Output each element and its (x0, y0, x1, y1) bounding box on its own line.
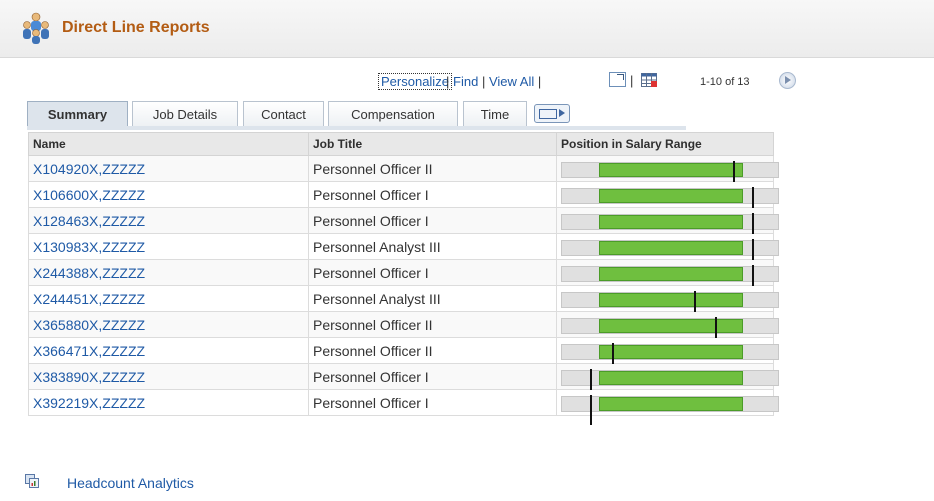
salary-position-cell (556, 285, 779, 321)
employee-name-link[interactable]: X383890X,ZZZZZ (28, 363, 309, 390)
tab-summary[interactable]: Summary (27, 101, 128, 126)
employee-name-link[interactable]: X365880X,ZZZZZ (28, 311, 309, 338)
column-header-name[interactable]: Name (28, 132, 309, 156)
separator: | (481, 74, 486, 89)
separator: | (537, 74, 542, 89)
salary-range-fill (599, 215, 743, 229)
employee-name-link[interactable]: X106600X,ZZZZZ (28, 181, 309, 208)
next-page-button[interactable] (779, 72, 796, 89)
salary-position-cell (556, 259, 779, 295)
personalize-link[interactable]: Personalize (378, 73, 452, 90)
columns-icon (539, 109, 557, 119)
job-title-cell: Personnel Officer II (308, 337, 557, 364)
salary-range-bar (561, 213, 779, 243)
employee-name-link[interactable]: X392219X,ZZZZZ (28, 389, 309, 416)
salary-range-bar (561, 239, 779, 269)
salary-range-fill (599, 293, 743, 307)
salary-position-cell (556, 363, 779, 399)
job-title-cell: Personnel Officer I (308, 181, 557, 208)
job-title-cell: Personnel Officer II (308, 155, 557, 182)
job-title-cell: Personnel Officer II (308, 311, 557, 338)
job-title-cell: Personnel Officer I (308, 207, 557, 234)
table-row: X104920X,ZZZZZ Personnel Officer II (28, 155, 779, 191)
salary-range-bar (561, 187, 779, 217)
salary-position-cell (556, 155, 779, 191)
salary-range-bar (561, 291, 779, 321)
arrow-right-icon (559, 109, 565, 117)
download-spreadsheet-icon[interactable] (641, 73, 657, 87)
direct-reports-table: Name Job Title Position in Salary Range … (28, 132, 779, 425)
salary-range-bar (561, 395, 779, 425)
separator: | (630, 73, 634, 88)
employee-name-link[interactable]: X244451X,ZZZZZ (28, 285, 309, 312)
find-viewall-group: | Find | View All | (446, 74, 541, 89)
column-header-job-title[interactable]: Job Title (308, 132, 557, 156)
salary-range-fill (599, 319, 743, 333)
employee-name-link[interactable]: X128463X,ZZZZZ (28, 207, 309, 234)
salary-range-bar (561, 317, 779, 347)
salary-position-cell (556, 233, 779, 269)
job-title-cell: Personnel Analyst III (308, 233, 557, 260)
salary-range-bar (561, 161, 779, 191)
table-row: X365880X,ZZZZZ Personnel Officer II (28, 311, 779, 347)
salary-position-cell (556, 181, 779, 217)
employee-name-link[interactable]: X104920X,ZZZZZ (28, 155, 309, 182)
salary-range-fill (599, 163, 743, 177)
table-row: X106600X,ZZZZZ Personnel Officer I (28, 181, 779, 217)
table-row: X366471X,ZZZZZ Personnel Officer II (28, 337, 779, 373)
job-title-cell: Personnel Officer I (308, 363, 557, 390)
table-row: X383890X,ZZZZZ Personnel Officer I (28, 363, 779, 399)
column-header-salary-position[interactable]: Position in Salary Range (556, 132, 774, 156)
table-row: X128463X,ZZZZZ Personnel Officer I (28, 207, 779, 243)
analytics-icon (25, 474, 39, 488)
salary-position-marker (590, 395, 592, 425)
table-header-row: Name Job Title Position in Salary Range (28, 132, 774, 156)
salary-range-fill (599, 345, 743, 359)
salary-position-cell (556, 389, 779, 425)
salary-position-cell (556, 337, 779, 373)
salary-range-bar (561, 265, 779, 295)
tab-job-details[interactable]: Job Details (132, 101, 238, 126)
show-all-columns-button[interactable] (534, 104, 570, 123)
employee-name-link[interactable]: X366471X,ZZZZZ (28, 337, 309, 364)
salary-position-cell (556, 311, 779, 347)
table-row: X392219X,ZZZZZ Personnel Officer I (28, 389, 779, 425)
page-header: Direct Line Reports (0, 0, 934, 58)
table-row: X244388X,ZZZZZ Personnel Officer I (28, 259, 779, 295)
people-group-icon (23, 12, 49, 44)
table-row: X244451X,ZZZZZ Personnel Analyst III (28, 285, 779, 321)
page-title: Direct Line Reports (62, 19, 210, 36)
job-title-cell: Personnel Officer I (308, 259, 557, 286)
salary-range-fill (599, 267, 743, 281)
tab-strip-base (27, 126, 686, 130)
tab-compensation[interactable]: Compensation (328, 101, 458, 126)
salary-position-cell (556, 207, 779, 243)
salary-range-fill (599, 397, 743, 411)
tab-time[interactable]: Time (463, 101, 527, 126)
row-range-text: 1-10 of 13 (700, 76, 750, 88)
separator: | (446, 74, 450, 89)
salary-range-fill (599, 189, 743, 203)
job-title-cell: Personnel Analyst III (308, 285, 557, 312)
salary-range-bar (561, 343, 779, 373)
find-link[interactable]: Find (453, 74, 478, 89)
employee-name-link[interactable]: X130983X,ZZZZZ (28, 233, 309, 260)
salary-range-bar (561, 369, 779, 399)
tab-contact[interactable]: Contact (243, 101, 324, 126)
view-all-link[interactable]: View All (489, 74, 534, 89)
job-title-cell: Personnel Officer I (308, 389, 557, 416)
salary-range-fill (599, 371, 743, 385)
headcount-analytics-link[interactable]: Headcount Analytics (67, 475, 194, 491)
new-window-icon[interactable] (609, 72, 626, 87)
employee-name-link[interactable]: X244388X,ZZZZZ (28, 259, 309, 286)
salary-range-fill (599, 241, 743, 255)
table-row: X130983X,ZZZZZ Personnel Analyst III (28, 233, 779, 269)
